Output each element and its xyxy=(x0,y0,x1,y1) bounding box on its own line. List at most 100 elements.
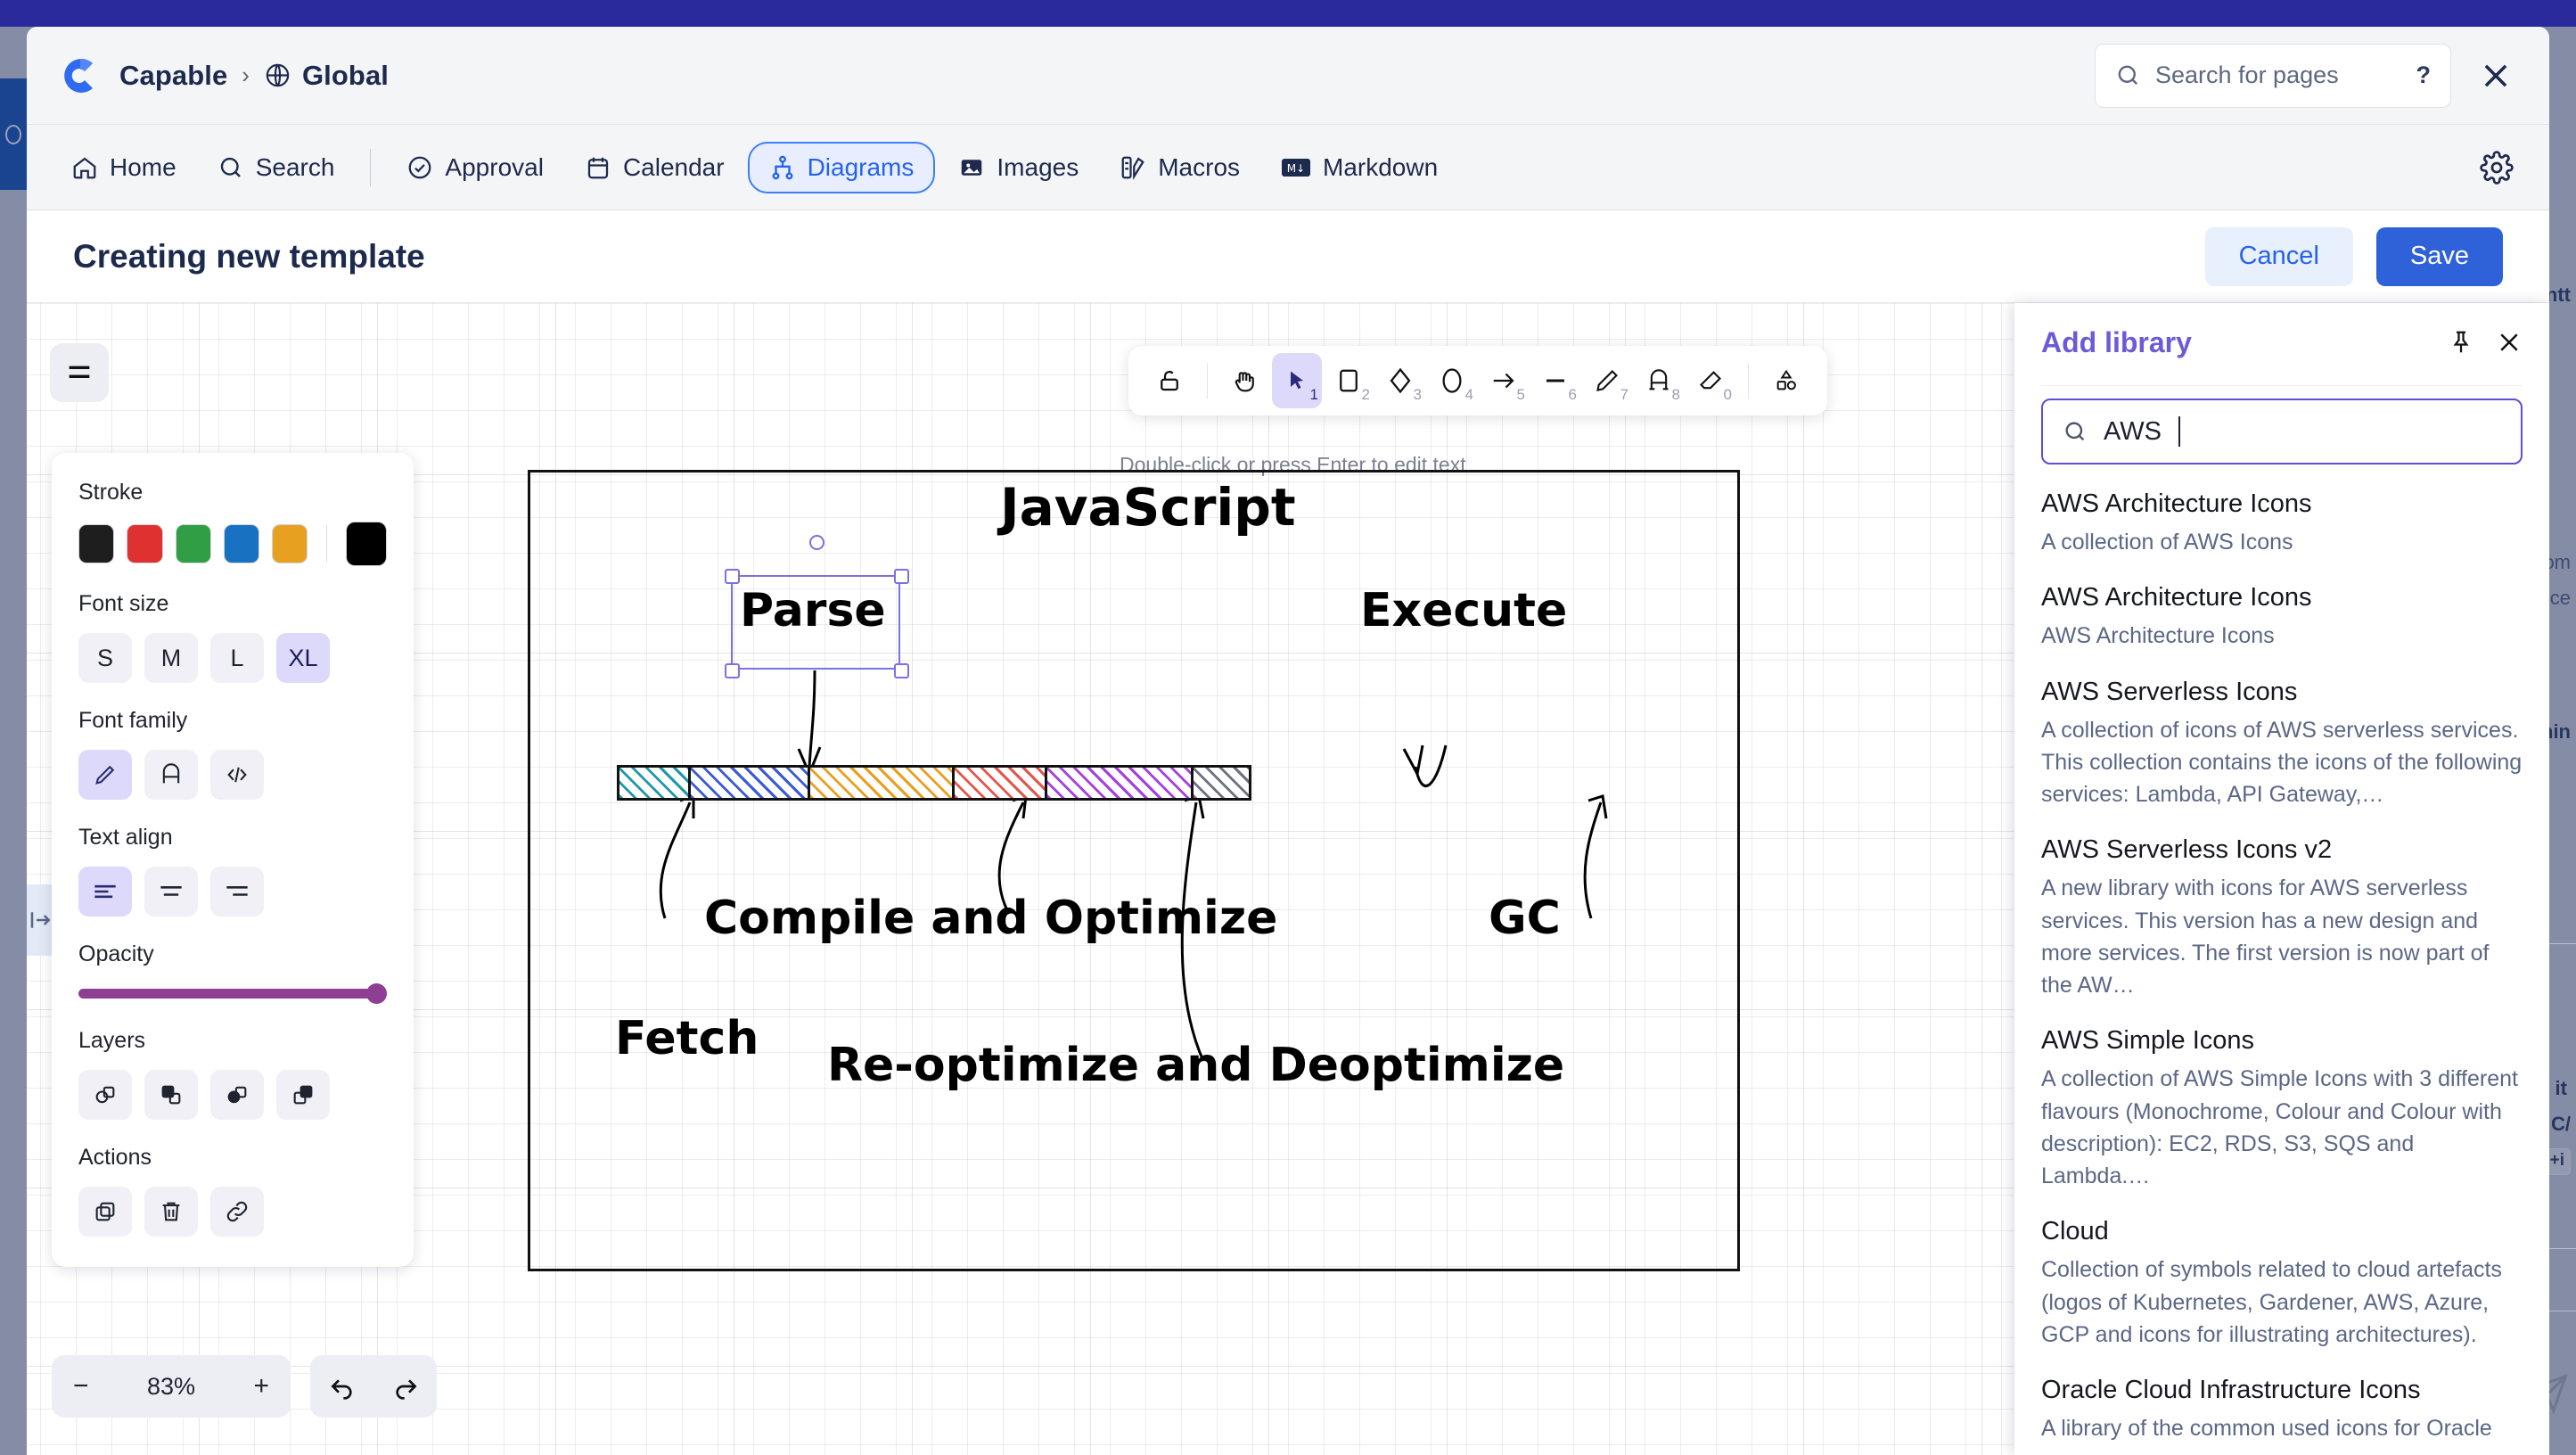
background-left-chip-circle xyxy=(5,125,21,144)
rectangle-tool[interactable]: 2 xyxy=(1324,353,1374,408)
duplicate-button[interactable] xyxy=(78,1187,132,1237)
check-circle-icon xyxy=(406,154,433,181)
stroke-swatch-blue[interactable] xyxy=(223,524,260,563)
library-item-aws-serverless-icons-v2[interactable]: AWS Serverless Icons v2 A new library wi… xyxy=(2041,835,2523,1001)
selection-box[interactable] xyxy=(731,575,900,670)
library-item-aws-architecture-icons-2[interactable]: AWS Architecture Icons AWS Architecture … xyxy=(2041,583,2523,652)
font-size-xl[interactable]: XL xyxy=(276,633,330,683)
zoom-out-button[interactable]: − xyxy=(73,1371,89,1402)
stroke-swatch-black[interactable] xyxy=(78,524,115,563)
selection-handle-bl[interactable] xyxy=(725,663,740,678)
library-item-oracle-cloud-infrastructure-icons[interactable]: Oracle Cloud Infrastructure Icons A libr… xyxy=(2041,1376,2523,1444)
diagram-label-reoptimize-and-deoptimize[interactable]: Re-optimize and Deoptimize xyxy=(827,1039,1564,1092)
undo-button[interactable] xyxy=(328,1372,357,1401)
stroke-swatch-red[interactable] xyxy=(127,524,163,563)
timeline-segment-fetch[interactable] xyxy=(619,768,691,798)
align-left-icon xyxy=(93,883,118,900)
zoom-in-button[interactable]: + xyxy=(253,1371,269,1402)
diagram-label-compile-and-optimize[interactable]: Compile and Optimize xyxy=(704,892,1277,945)
library-item-aws-serverless-icons[interactable]: AWS Serverless Icons A collection of ico… xyxy=(2041,678,2523,811)
cancel-button[interactable]: Cancel xyxy=(2204,226,2353,286)
selection-handle-br[interactable] xyxy=(894,663,909,678)
tab-calendar[interactable]: Calendar xyxy=(567,142,742,193)
stroke-current-color[interactable] xyxy=(346,522,387,566)
diagram-label-execute[interactable]: Execute xyxy=(1360,584,1567,637)
diamond-tool[interactable]: 3 xyxy=(1375,353,1425,408)
bring-forward-button[interactable] xyxy=(210,1070,264,1120)
text-tool[interactable]: 8 xyxy=(1634,353,1684,408)
pin-icon[interactable] xyxy=(2448,329,2474,356)
align-left-button[interactable] xyxy=(78,867,132,917)
breadcrumb-section[interactable]: Global xyxy=(264,60,389,92)
tab-diagrams[interactable]: Diagrams xyxy=(747,141,936,193)
font-family-code[interactable] xyxy=(210,750,264,800)
breadcrumb-space[interactable]: Capable xyxy=(119,60,227,92)
library-results-list[interactable]: AWS Architecture Icons A collection of A… xyxy=(2041,489,2523,1452)
timeline-segment-execute[interactable] xyxy=(1047,768,1194,798)
font-size-m[interactable]: M xyxy=(144,633,198,683)
canvas-menu-button[interactable] xyxy=(50,343,109,402)
library-item-aws-simple-icons[interactable]: AWS Simple Icons A collection of AWS Sim… xyxy=(2041,1026,2523,1192)
toolbar-divider-1 xyxy=(1207,363,1208,399)
eraser-tool[interactable]: 0 xyxy=(1686,353,1735,408)
close-dialog-button[interactable] xyxy=(2473,53,2519,99)
opacity-slider[interactable] xyxy=(78,983,387,1004)
tab-markdown[interactable]: M↓ Markdown xyxy=(1263,142,1456,193)
tab-macros[interactable]: Macros xyxy=(1102,142,1258,193)
selection-handle-tr[interactable] xyxy=(894,569,909,584)
copy-link-button[interactable] xyxy=(210,1187,264,1237)
rotation-handle[interactable] xyxy=(809,535,824,550)
add-library-title: Add library xyxy=(2041,325,2192,358)
tab-home[interactable]: Home xyxy=(53,142,194,193)
diagram-label-javascript[interactable]: JavaScript xyxy=(1000,477,1296,538)
line-tool[interactable]: 6 xyxy=(1530,353,1580,408)
timeline-segment-reoptimize[interactable] xyxy=(955,768,1047,798)
code-brackets-icon xyxy=(225,762,250,787)
stroke-swatch-green[interactable] xyxy=(175,524,211,563)
tab-macros-label: Macros xyxy=(1158,152,1241,181)
delete-button[interactable] xyxy=(144,1187,198,1237)
font-size-l[interactable]: L xyxy=(210,633,264,683)
draw-tool[interactable]: 7 xyxy=(1582,353,1632,408)
selection-tool[interactable]: 1 xyxy=(1272,353,1322,408)
calendar-icon xyxy=(585,154,611,181)
bring-to-front-button[interactable] xyxy=(276,1070,330,1120)
tab-search[interactable]: Search xyxy=(200,142,353,193)
font-family-normal[interactable] xyxy=(144,750,198,800)
add-library-header-actions xyxy=(2448,329,2523,356)
timeline-segment-parse[interactable] xyxy=(691,768,810,798)
save-button[interactable]: Save xyxy=(2375,226,2503,286)
align-center-button[interactable] xyxy=(144,867,198,917)
stroke-swatch-orange[interactable] xyxy=(272,524,308,563)
nav-divider xyxy=(370,148,372,186)
ellipse-tool[interactable]: 4 xyxy=(1427,353,1477,408)
breadcrumb-separator: › xyxy=(242,62,250,88)
tab-images[interactable]: Images xyxy=(940,142,1096,193)
diagram-label-fetch[interactable]: Fetch xyxy=(615,1012,759,1065)
diagram-label-gc[interactable]: GC xyxy=(1489,892,1561,945)
zoom-level-label[interactable]: 83% xyxy=(147,1373,195,1401)
font-size-s[interactable]: S xyxy=(78,633,132,683)
redo-button[interactable] xyxy=(391,1372,420,1401)
library-item-aws-architecture-icons-1[interactable]: AWS Architecture Icons A collection of A… xyxy=(2041,489,2523,558)
send-to-back-button[interactable] xyxy=(78,1070,132,1120)
hand-tool[interactable] xyxy=(1220,353,1270,408)
send-backward-button[interactable] xyxy=(144,1070,198,1120)
font-family-handdrawn[interactable] xyxy=(78,750,132,800)
library-search-input[interactable]: AWS xyxy=(2041,399,2523,464)
library-item-cloud[interactable]: Cloud Collection of symbols related to c… xyxy=(2041,1217,2523,1351)
timeline-bar[interactable] xyxy=(617,765,1251,801)
selection-handle-tl[interactable] xyxy=(725,569,740,584)
shapes-library-tool[interactable] xyxy=(1761,353,1811,408)
settings-gear-button[interactable] xyxy=(2480,150,2514,185)
arrow-tool[interactable]: 5 xyxy=(1479,353,1529,408)
opacity-slider-knob[interactable] xyxy=(366,983,387,1004)
search-input[interactable]: Search for pages ? xyxy=(2095,43,2451,108)
history-controls xyxy=(310,1355,437,1418)
lock-tool[interactable] xyxy=(1144,353,1194,408)
close-icon[interactable] xyxy=(2496,329,2523,356)
timeline-segment-compile[interactable] xyxy=(810,768,955,798)
tab-approval[interactable]: Approval xyxy=(389,142,562,193)
timeline-segment-gc[interactable] xyxy=(1194,768,1249,798)
align-right-button[interactable] xyxy=(210,867,264,917)
